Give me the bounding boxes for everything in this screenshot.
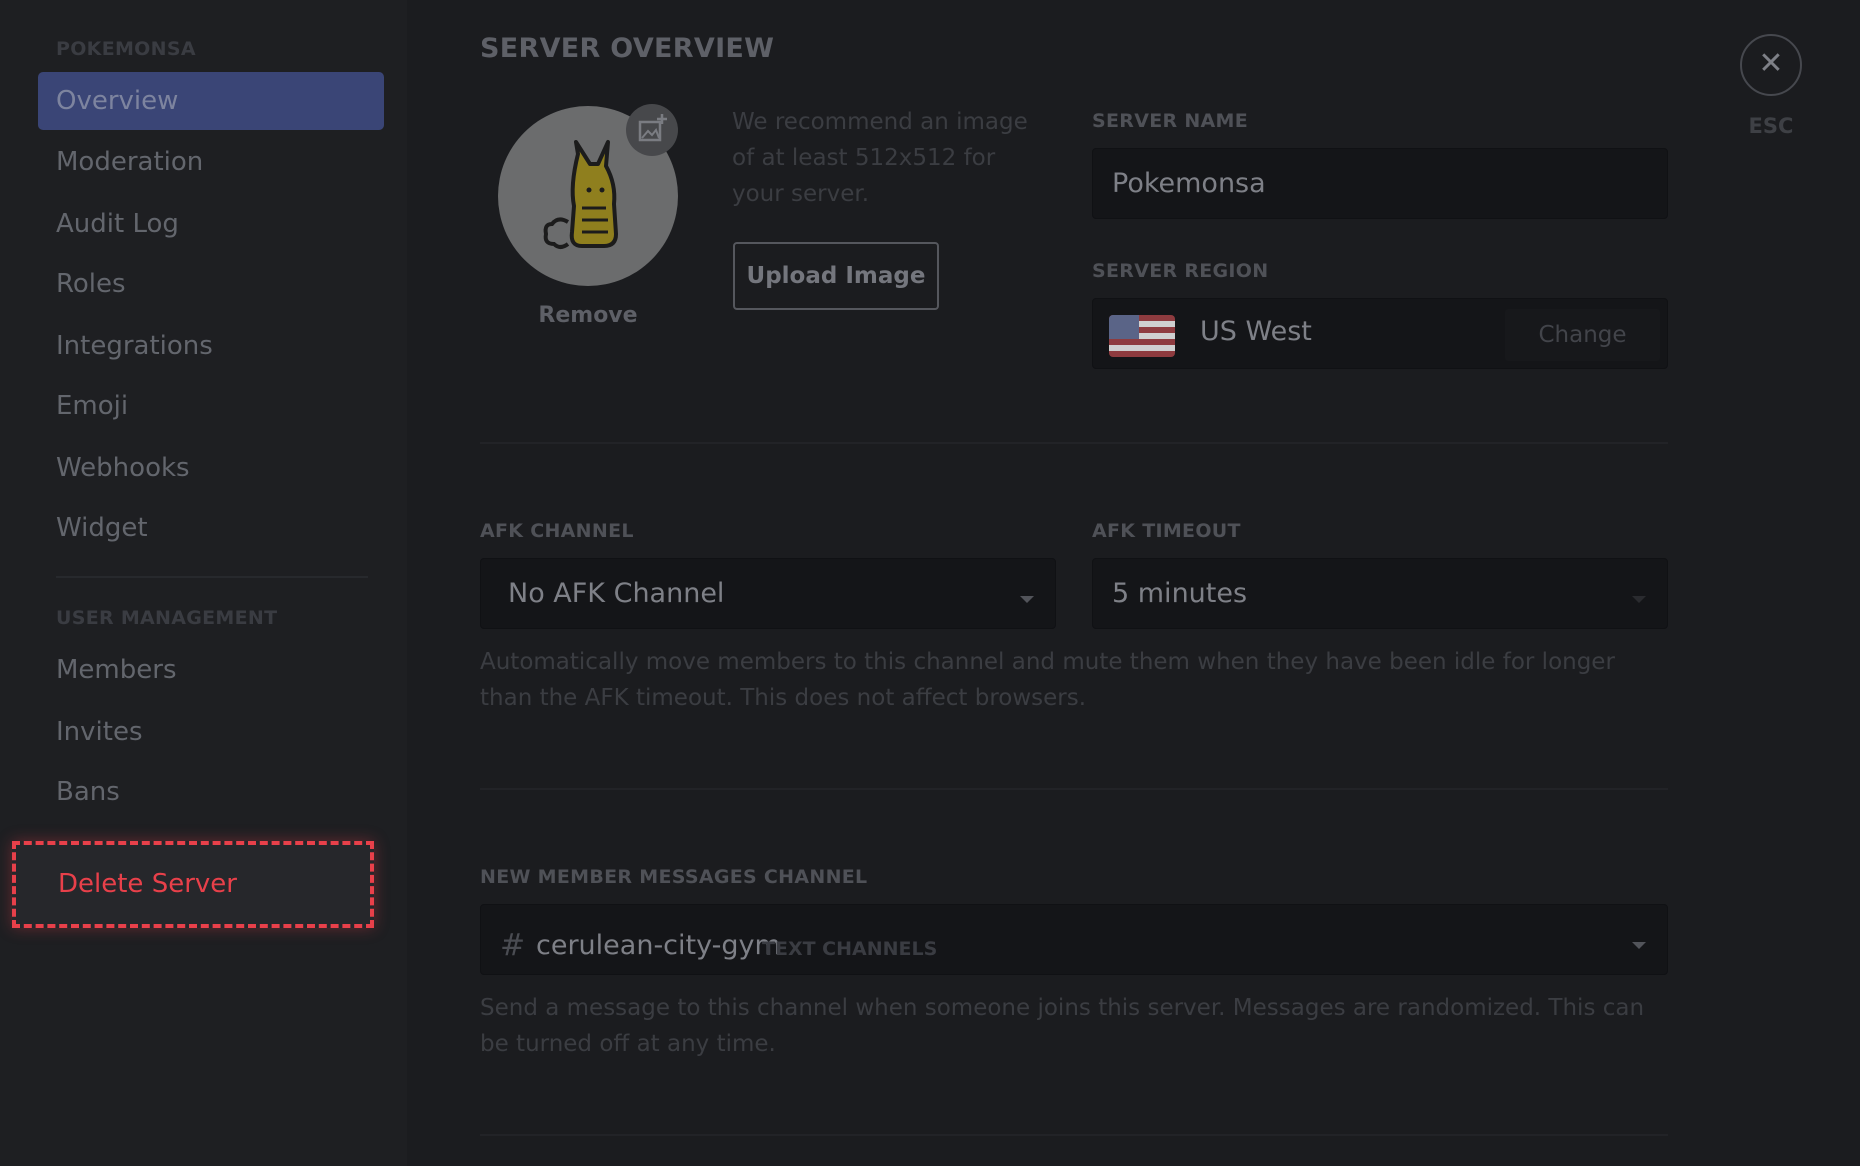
afk-timeout-select[interactable]: 5 minutes: [1092, 558, 1668, 629]
upload-icon-badge[interactable]: [626, 104, 678, 156]
esc-label: ESC: [1748, 114, 1794, 138]
remove-icon-link[interactable]: Remove: [498, 303, 678, 328]
server-region-label: SERVER REGION: [1092, 260, 1269, 282]
sidebar-item-roles[interactable]: Roles: [38, 255, 384, 313]
close-icon[interactable]: ✕: [1740, 34, 1802, 96]
section-divider: [480, 788, 1668, 790]
afk-channel-value: No AFK Channel: [508, 578, 725, 609]
hash-icon: #: [500, 928, 526, 963]
icon-recommendation-text: We recommend an image of at least 512x51…: [732, 109, 1028, 207]
sidebar-item-members[interactable]: Members: [38, 641, 384, 699]
section-divider: [480, 1134, 1668, 1136]
afk-help-text: Automatically move members to this chann…: [480, 649, 1615, 711]
server-region-value: US West: [1200, 316, 1312, 347]
new-member-channel-label: NEW MEMBER MESSAGES CHANNEL: [480, 866, 868, 888]
sidebar-item-emoji[interactable]: Emoji: [38, 377, 384, 435]
sidebar-item-webhooks[interactable]: Webhooks: [38, 439, 384, 497]
add-image-icon: [638, 114, 667, 142]
afk-channel-label: AFK CHANNEL: [480, 520, 634, 542]
sidebar-item-widget[interactable]: Widget: [38, 499, 384, 557]
new-member-help-text: Send a message to this channel when some…: [480, 995, 1645, 1057]
page-title: SERVER OVERVIEW: [480, 33, 775, 64]
sidebar-item-audit-log[interactable]: Audit Log: [38, 195, 384, 253]
change-region-button[interactable]: Change: [1505, 309, 1660, 361]
chevron-down-icon: [1020, 596, 1034, 603]
new-member-channel-value: cerulean-city-gym: [536, 930, 781, 961]
section-divider: [480, 442, 1668, 444]
server-name-input[interactable]: Pokemonsa: [1092, 148, 1668, 219]
afk-channel-select[interactable]: No AFK Channel: [480, 558, 1056, 629]
user-management-header: USER MANAGEMENT: [56, 607, 278, 629]
sidebar-item-invites[interactable]: Invites: [38, 703, 384, 761]
channel-category-tag: TEXT CHANNELS: [762, 938, 938, 960]
us-flag-icon: [1109, 315, 1175, 357]
afk-timeout-label: AFK TIMEOUT: [1092, 520, 1241, 542]
delete-server-button[interactable]: Delete Server: [12, 841, 374, 928]
server-name-header: POKEMONSA: [56, 38, 196, 60]
chevron-down-icon: [1632, 942, 1646, 949]
sidebar-item-moderation[interactable]: Moderation: [38, 133, 384, 191]
upload-image-button[interactable]: Upload Image: [733, 242, 939, 310]
server-name-label: SERVER NAME: [1092, 110, 1249, 132]
settings-sidebar: POKEMONSA Overview Moderation Audit Log …: [0, 0, 407, 1166]
sidebar-item-overview[interactable]: Overview: [38, 72, 384, 130]
chevron-down-icon: [1632, 596, 1646, 603]
sidebar-divider: [56, 576, 368, 578]
sidebar-item-integrations[interactable]: Integrations: [38, 317, 384, 375]
sidebar-item-bans[interactable]: Bans: [38, 763, 384, 821]
afk-timeout-value: 5 minutes: [1112, 578, 1248, 609]
